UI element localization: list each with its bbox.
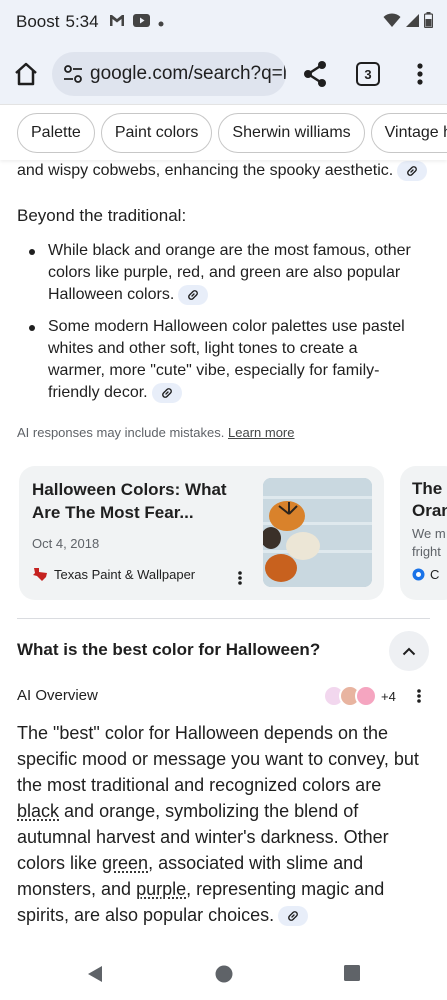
link-icon	[288, 911, 298, 922]
card-more-button[interactable]	[237, 570, 243, 586]
citation-link[interactable]	[397, 160, 428, 181]
source-favicons[interactable]: +4	[323, 685, 396, 707]
recents-square-icon[interactable]	[344, 965, 360, 986]
home-button[interactable]	[12, 60, 40, 88]
overview-text: and wispy cobwebs, enhancing the spooky …	[17, 162, 394, 179]
term-black[interactable]: black	[17, 801, 59, 821]
browser-menu-button[interactable]	[410, 60, 430, 88]
gmail-icon	[109, 12, 125, 32]
list-item: Some modern Halloween color palettes use…	[17, 316, 417, 404]
source-card[interactable]: Halloween Colors: What Are The Most Fear…	[19, 466, 384, 600]
more-vert-icon	[238, 571, 242, 585]
link-icon	[407, 165, 418, 176]
home-circle-icon[interactable]	[215, 965, 233, 988]
overview-text-fragment: and wispy cobwebs, enhancing the spooky …	[17, 160, 437, 182]
chip-paint-colors[interactable]: Paint colors	[100, 112, 213, 153]
faq-question[interactable]: What is the best color for Halloween?	[17, 640, 320, 660]
card-source: Texas Paint & Wallpaper	[32, 567, 195, 582]
card2-snippet: We m fright	[412, 526, 446, 559]
chip-sherwin-williams[interactable]: Sherwin williams	[218, 112, 365, 153]
address-bar[interactable]: google.com/search?q=h	[52, 52, 286, 96]
tune-icon[interactable]	[62, 63, 84, 85]
term-green[interactable]: green	[102, 853, 148, 873]
ai-overview-more-button[interactable]	[416, 688, 422, 704]
system-nav-bar	[0, 948, 447, 1000]
back-triangle-icon[interactable]	[87, 965, 103, 988]
card-title[interactable]: Halloween Colors: What Are The Most Fear…	[32, 478, 252, 524]
share-icon	[304, 61, 326, 87]
notification-dot-icon	[158, 12, 164, 32]
source-card-2[interactable]: The Oran We m fright C	[400, 466, 447, 600]
learn-more-link[interactable]: Learn more	[228, 425, 294, 440]
pumpkins-image	[263, 478, 372, 587]
texas-logo-icon	[33, 568, 47, 581]
ai-disclaimer: AI responses may include mistakes. Learn…	[17, 425, 295, 440]
link-icon	[161, 387, 172, 398]
browser-toolbar: google.com/search?q=h 3	[0, 44, 447, 104]
tab-switcher-button[interactable]: 3	[356, 62, 380, 86]
card2-source: C	[412, 567, 439, 582]
more-vert-icon	[417, 63, 423, 85]
source-favicon-icon	[355, 685, 377, 707]
search-chips: Palette Paint colors Sherwin williams Vi…	[0, 104, 447, 160]
status-bar: Boost 5:34	[0, 0, 447, 44]
chip-vintage[interactable]: Vintage ha	[370, 112, 447, 153]
list-item: While black and orange are the most famo…	[17, 240, 417, 306]
bullet-list: While black and orange are the most famo…	[17, 240, 417, 414]
youtube-icon	[132, 12, 150, 32]
term-purple[interactable]: purple	[136, 879, 186, 899]
wifi-icon	[383, 12, 401, 33]
ai-overview-answer: The "best" color for Halloween depends o…	[17, 723, 419, 927]
status-time: 5:34	[65, 12, 99, 31]
tab-count: 3	[364, 66, 372, 82]
source-count: +4	[381, 688, 396, 704]
url-text[interactable]: google.com/search?q=h	[90, 63, 286, 85]
chevron-up-icon	[402, 647, 416, 655]
beyond-heading: Beyond the traditional:	[17, 206, 187, 225]
home-icon	[15, 62, 37, 86]
collapse-button[interactable]	[389, 631, 429, 671]
chip-palette[interactable]: Palette	[17, 112, 95, 153]
ai-overview-label: AI Overview	[17, 687, 98, 704]
citation-link[interactable]	[151, 382, 182, 403]
card-date: Oct 4, 2018	[32, 536, 100, 551]
divider	[17, 618, 430, 619]
battery-icon	[423, 12, 434, 33]
citation-link[interactable]	[278, 906, 309, 927]
more-vert-icon	[417, 689, 421, 703]
share-button[interactable]	[302, 60, 328, 88]
card2-title[interactable]: The Oran	[412, 478, 447, 522]
signal-icon	[405, 13, 420, 33]
card-thumbnail[interactable]	[263, 478, 372, 587]
link-icon	[188, 289, 199, 300]
globe-icon	[412, 568, 425, 581]
carrier-label: Boost	[16, 12, 60, 31]
citation-link[interactable]	[178, 284, 209, 305]
